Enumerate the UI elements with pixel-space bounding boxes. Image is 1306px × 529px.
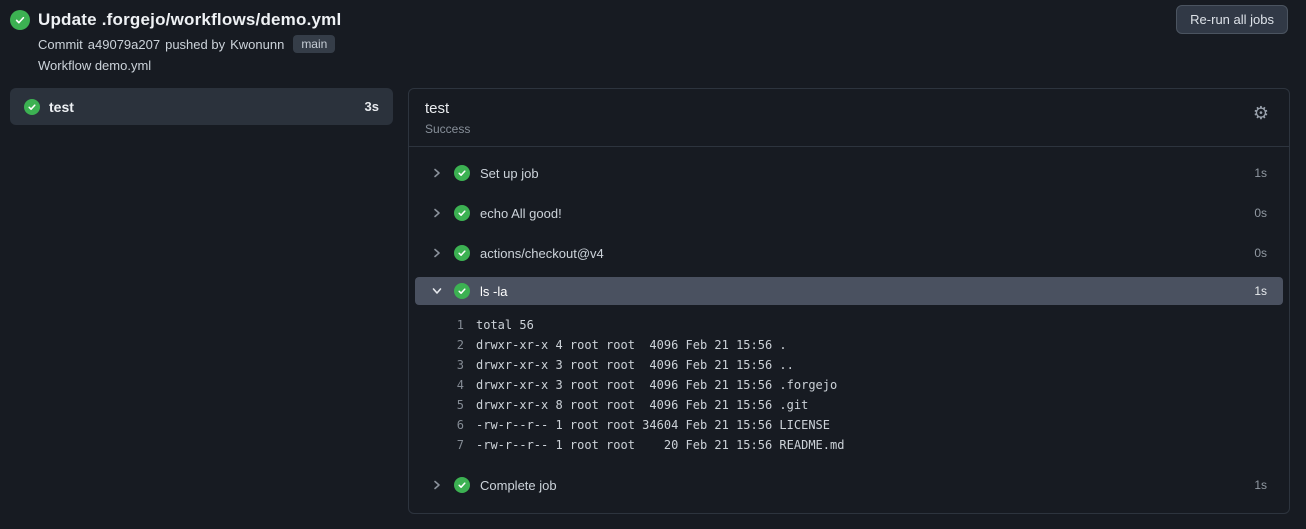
log-line-text: -rw-r--r-- 1 root root 34604 Feb 21 15:5… [476, 418, 831, 432]
log-line: 4 drwxr-xr-x 3 root root 4096 Feb 21 15:… [409, 375, 1289, 395]
content-area: test 3s test Success ⚙ Set up job 1s ech… [0, 78, 1306, 514]
log-line: 7 -rw-r--r-- 1 root root 20 Feb 21 15:56… [409, 435, 1289, 455]
log-line-number[interactable]: 1 [409, 315, 464, 335]
run-title: Update .forgejo/workflows/demo.yml [38, 10, 342, 29]
sidebar-job-test[interactable]: test 3s [10, 88, 393, 125]
step-label: Complete job [480, 477, 557, 493]
log-line-text: drwxr-xr-x 3 root root 4096 Feb 21 15:56… [476, 378, 838, 392]
step-duration: 1s [1254, 284, 1267, 298]
job-status-text: Success [425, 122, 471, 136]
step-label: echo All good! [480, 205, 562, 221]
commit-line: Commit a49079a207 pushed by Kwonunn main [38, 35, 1288, 53]
log-line-number[interactable]: 6 [409, 415, 464, 435]
job-panel-header: test Success ⚙ [409, 89, 1289, 147]
step-duration: 0s [1254, 206, 1267, 220]
log-line-text: drwxr-xr-x 4 root root 4096 Feb 21 15:56… [476, 338, 787, 352]
log-line: 3 drwxr-xr-x 3 root root 4096 Feb 21 15:… [409, 355, 1289, 375]
step-row-complete-job[interactable]: Complete job 1s [409, 465, 1289, 505]
job-success-icon [24, 98, 40, 115]
rerun-all-jobs-button[interactable]: Re-run all jobs [1176, 5, 1288, 34]
chevron-right-icon [431, 480, 443, 490]
run-success-icon [10, 10, 30, 30]
step-success-icon [454, 205, 470, 221]
step-duration: 1s [1254, 478, 1267, 492]
chevron-right-icon [431, 208, 443, 218]
step-label: actions/checkout@v4 [480, 245, 604, 261]
step-row-setup-job[interactable]: Set up job 1s [409, 153, 1289, 193]
job-panel-title: test [425, 100, 450, 117]
log-line-number[interactable]: 3 [409, 355, 464, 375]
branch-badge[interactable]: main [293, 35, 336, 53]
step-duration: 0s [1254, 246, 1267, 260]
step-row-checkout[interactable]: actions/checkout@v4 0s [409, 233, 1289, 273]
chevron-right-icon [431, 168, 443, 178]
log-line-number[interactable]: 7 [409, 435, 464, 455]
log-line-text: total 56 [476, 318, 534, 332]
step-row-ls-la[interactable]: ls -la 1s [415, 277, 1283, 305]
workflow-line: Workflow demo.yml [38, 58, 152, 73]
log-line-text: drwxr-xr-x 3 root root 4096 Feb 21 15:56… [476, 358, 794, 372]
job-name: test [49, 98, 74, 115]
step-duration: 1s [1254, 166, 1267, 180]
log-line-number[interactable]: 5 [409, 395, 464, 415]
step-label: ls -la [480, 283, 508, 299]
job-detail-panel: test Success ⚙ Set up job 1s echo All go… [408, 88, 1290, 514]
chevron-right-icon [431, 248, 443, 258]
log-line-text: -rw-r--r-- 1 root root 20 Feb 21 15:56 R… [476, 438, 845, 452]
commit-middle: pushed by [165, 36, 226, 52]
step-success-icon [454, 245, 470, 261]
commit-prefix: Commit [38, 36, 83, 52]
chevron-down-icon [431, 286, 443, 296]
log-line-number[interactable]: 2 [409, 335, 464, 355]
step-success-icon [454, 477, 470, 493]
step-success-icon [454, 165, 470, 181]
log-line: 1 total 56 [409, 315, 1289, 335]
step-success-icon [454, 283, 470, 299]
commit-author-link[interactable]: Kwonunn [230, 37, 284, 52]
job-duration: 3s [364, 99, 379, 114]
steps-list: Set up job 1s echo All good! 0s actions/… [409, 147, 1289, 513]
step-label: Set up job [480, 165, 539, 181]
step-row-echo[interactable]: echo All good! 0s [409, 193, 1289, 233]
log-line: 6 -rw-r--r-- 1 root root 34604 Feb 21 15… [409, 415, 1289, 435]
log-line-number[interactable]: 4 [409, 375, 464, 395]
step-log-output: 1 total 56 2 drwxr-xr-x 4 root root 4096… [409, 309, 1289, 465]
gear-icon[interactable]: ⚙ [1253, 104, 1269, 122]
log-line-text: drwxr-xr-x 8 root root 4096 Feb 21 15:56… [476, 398, 809, 412]
log-line: 2 drwxr-xr-x 4 root root 4096 Feb 21 15:… [409, 335, 1289, 355]
job-list-sidebar: test 3s [10, 88, 393, 125]
commit-sha-link[interactable]: a49079a207 [88, 37, 160, 52]
run-header: Update .forgejo/workflows/demo.yml Commi… [0, 0, 1306, 78]
log-line: 5 drwxr-xr-x 8 root root 4096 Feb 21 15:… [409, 395, 1289, 415]
